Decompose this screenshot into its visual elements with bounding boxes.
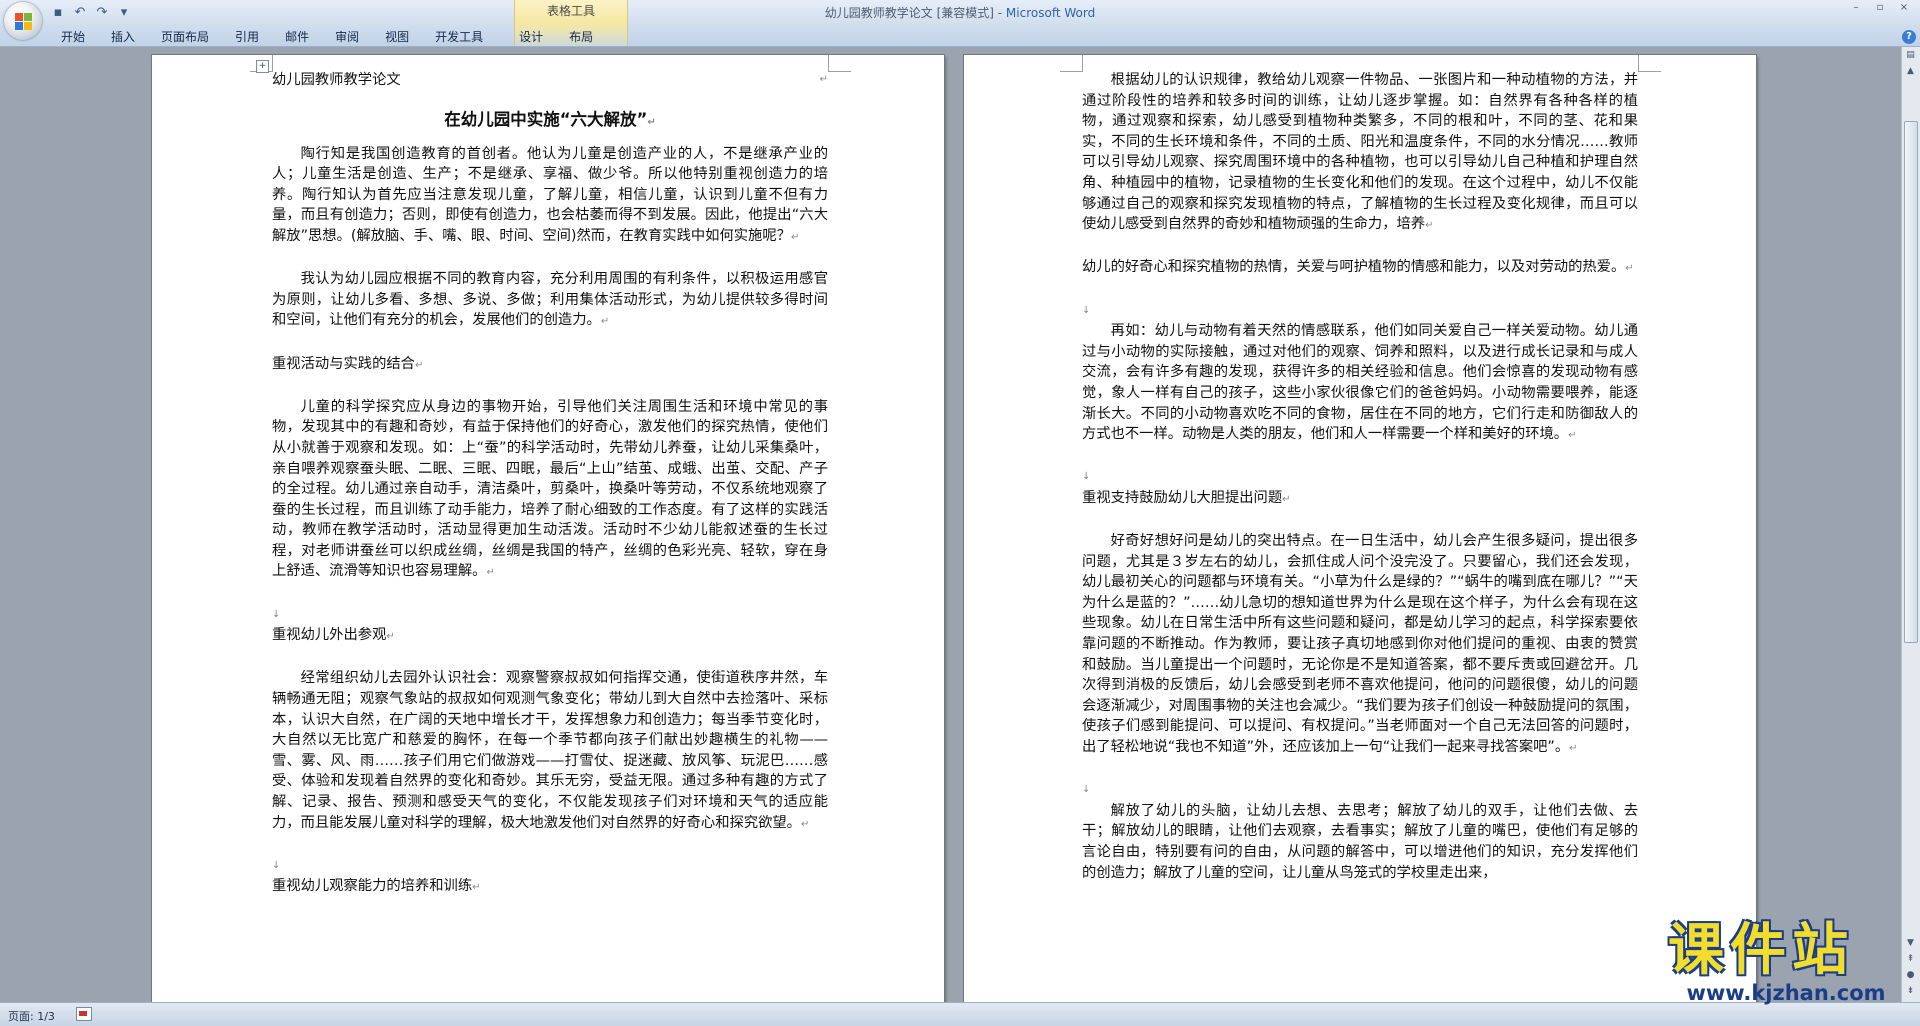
tab-developer[interactable]: 开发工具 bbox=[422, 28, 496, 46]
margin-corner-mark bbox=[1060, 55, 1083, 72]
paragraph-text: 幼儿的好奇心和探究植物的热情，关爱与呵护植物的情感和能力，以及对劳动的热爱。 bbox=[1082, 259, 1626, 276]
section-heading-text: 重视幼儿观察能力的培养和训练 bbox=[272, 878, 473, 895]
section-heading: 重视幼儿外出参观↵ bbox=[272, 627, 395, 644]
browse-object-icon[interactable]: ● bbox=[1904, 969, 1917, 982]
window-controls: – ▫ × bbox=[1846, 2, 1914, 14]
document-workspace: + 幼儿园教师教学论文 ↵ 在幼儿园中实施“六大解放”↵ 陶行知是我国创造教育的首… bbox=[0, 47, 1902, 1002]
tab-mailings[interactable]: 邮件 bbox=[272, 28, 322, 46]
app-name: Microsoft Word bbox=[1005, 6, 1096, 20]
tab-insert[interactable]: 插入 bbox=[98, 28, 148, 46]
vertical-scrollbar[interactable]: ▤ ▲ ▼ ⇞ ● ⇟ bbox=[1901, 47, 1920, 1002]
article-title-text: 在幼儿园中实施“六大解放” bbox=[444, 109, 648, 129]
paragraph: 解放了幼儿的头脑，让幼儿去想、去思考；解放了幼儿的双手，让他们去做、去干；解放幼… bbox=[1082, 801, 1638, 883]
scrollbar-thumb[interactable] bbox=[1904, 121, 1918, 643]
watermark-url: www.kjzhan.com bbox=[1686, 981, 1886, 1005]
tab-design[interactable]: 设计 bbox=[506, 28, 556, 46]
document-header: 幼儿园教师教学论文 bbox=[272, 72, 401, 88]
paragraph-text: 儿童的科学探究应从身边的事物开始，引导他们关注周围生活和环境中常见的事物，发现其… bbox=[272, 398, 828, 580]
table-move-handle-icon[interactable]: + bbox=[256, 60, 269, 73]
paragraph-mark: ↓ bbox=[272, 859, 281, 871]
section-heading-text: 重视幼儿外出参观 bbox=[272, 627, 387, 644]
document-page-2[interactable]: 根据幼儿的认识规律，教给幼儿观察一件物品、一张图片和一种动植物的方法，并通过阶段… bbox=[964, 55, 1756, 1002]
document-header-line: 幼儿园教师教学论文 ↵ bbox=[272, 72, 828, 88]
document-title: 幼儿园教师教学论文 [兼容模式] - bbox=[824, 6, 1006, 20]
paragraph-mark: ↓ bbox=[1082, 784, 1091, 796]
paragraph: 幼儿的好奇心和探究植物的热情，关爱与呵护植物的情感和能力，以及对劳动的热爱。↵ bbox=[1082, 259, 1634, 276]
tab-view[interactable]: 视图 bbox=[372, 28, 422, 46]
scroll-up-icon[interactable]: ▲ bbox=[1904, 65, 1917, 78]
previous-page-icon[interactable]: ⇞ bbox=[1904, 953, 1917, 966]
title-bar: ▪ ↶ ↷ ▾ 表格工具 幼儿园教师教学论文 [兼容模式] - Microsof… bbox=[0, 0, 1920, 47]
scroll-down-icon[interactable]: ▼ bbox=[1904, 937, 1917, 950]
paragraph-text: 解放了幼儿的头脑，让幼儿去想、去思考；解放了幼儿的双手，让他们去做、去干；解放幼… bbox=[1082, 802, 1638, 881]
page-1-text[interactable]: 幼儿园教师教学论文 ↵ 在幼儿园中实施“六大解放”↵ 陶行知是我国创造教育的首创者… bbox=[272, 70, 828, 899]
section-heading-text: 重视活动与实践的结合 bbox=[272, 355, 415, 372]
paragraph: 我认为幼儿园应根据不同的教育内容，充分利用周围的有利条件，以积极运用感官为原则，… bbox=[272, 271, 828, 329]
paragraph-text: 陶行知是我国创造教育的首创者。他认为儿童是创造产业的人，不是继承产业的人；儿童生… bbox=[272, 145, 828, 244]
paragraph-text: 根据幼儿的认识规律，教给幼儿观察一件物品、一张图片和一种动植物的方法，并通过阶段… bbox=[1082, 72, 1638, 233]
section-heading: 重视活动与实践的结合↵ bbox=[272, 355, 424, 372]
margin-corner-mark bbox=[828, 55, 851, 72]
paragraph-text: 再如：幼儿与动物有着天然的情感联系，他们如同关爱自己一样关爱动物。幼儿通过与小动… bbox=[1082, 323, 1638, 443]
ruler-toggle-icon[interactable]: ▤ bbox=[1904, 49, 1917, 62]
status-bar: 页面: 1/3 bbox=[0, 1002, 1920, 1026]
tab-home[interactable]: 开始 bbox=[48, 28, 98, 46]
page-count[interactable]: 页面: 1/3 bbox=[8, 1008, 55, 1024]
window-title: 幼儿园教师教学论文 [兼容模式] - Microsoft Word bbox=[0, 4, 1920, 21]
paragraph: 好奇好想好问是幼儿的突出特点。在一日生活中，幼儿会产生很多疑问，提出很多问题，尤… bbox=[1082, 533, 1638, 755]
paragraph-text: 我认为幼儿园应根据不同的教育内容，充分利用周围的有利条件，以积极运用感官为原则，… bbox=[272, 271, 828, 329]
ribbon-tabs: 开始 插入 页面布局 引用 邮件 审阅 视图 开发工具 设计 布局 bbox=[48, 28, 606, 46]
close-icon[interactable]: × bbox=[1894, 2, 1914, 14]
paragraph: 经常组织幼儿去园外认识社会：观察警察叔叔如何指挥交通，使街道秩序井然，车辆畅通无… bbox=[272, 670, 828, 831]
section-heading: 重视幼儿观察能力的培养和训练↵ bbox=[272, 878, 481, 895]
paragraph: 陶行知是我国创造教育的首创者。他认为儿童是创造产业的人，不是继承产业的人；儿童生… bbox=[272, 145, 828, 244]
paragraph-text: 好奇好想好问是幼儿的突出特点。在一日生活中，幼儿会产生很多疑问，提出很多问题，尤… bbox=[1082, 533, 1638, 755]
tab-review[interactable]: 审阅 bbox=[322, 28, 372, 46]
tab-references[interactable]: 引用 bbox=[222, 28, 272, 46]
paragraph-mark: ↓ bbox=[272, 608, 281, 620]
tab-layout[interactable]: 布局 bbox=[556, 28, 606, 46]
section-heading-text: 重视支持鼓励幼儿大胆提出问题 bbox=[1082, 489, 1283, 506]
paragraph: 再如：幼儿与动物有着天然的情感联系，他们如同关爱自己一样关爱动物。幼儿通过与小动… bbox=[1082, 323, 1638, 443]
paragraph-mark: ↓ bbox=[1082, 304, 1091, 316]
help-icon[interactable]: ? bbox=[1902, 30, 1916, 44]
paragraph-mark: ↓ bbox=[1082, 471, 1091, 483]
paragraph-text: 经常组织幼儿去园外认识社会：观察警察叔叔如何指挥交通，使街道秩序井然，车辆畅通无… bbox=[272, 670, 828, 831]
page-2-text[interactable]: 根据幼儿的认识规律，教给幼儿观察一件物品、一张图片和一种动植物的方法，并通过阶段… bbox=[1082, 70, 1638, 883]
section-heading: 重视支持鼓励幼儿大胆提出问题↵ bbox=[1082, 489, 1291, 506]
paragraph: 儿童的科学探究应从身边的事物开始，引导他们关注周围生活和环境中常见的事物，发现其… bbox=[272, 398, 828, 580]
watermark-text: 课件站 bbox=[1668, 918, 1854, 983]
document-page-1[interactable]: + 幼儿园教师教学论文 ↵ 在幼儿园中实施“六大解放”↵ 陶行知是我国创造教育的首… bbox=[152, 55, 944, 1002]
maximize-icon[interactable]: ▫ bbox=[1870, 2, 1890, 14]
next-page-icon[interactable]: ⇟ bbox=[1904, 985, 1917, 998]
tab-page-layout[interactable]: 页面布局 bbox=[148, 28, 222, 46]
article-title: 在幼儿园中实施“六大解放”↵ bbox=[444, 109, 656, 129]
minimize-icon[interactable]: – bbox=[1846, 2, 1866, 14]
proofing-icon[interactable] bbox=[76, 1007, 92, 1021]
watermark-logo: 课件站 www.kjzhan.com bbox=[1668, 918, 1904, 1005]
paragraph: 根据幼儿的认识规律，教给幼儿观察一件物品、一张图片和一种动植物的方法，并通过阶段… bbox=[1082, 72, 1638, 233]
margin-corner-mark bbox=[1638, 55, 1661, 72]
